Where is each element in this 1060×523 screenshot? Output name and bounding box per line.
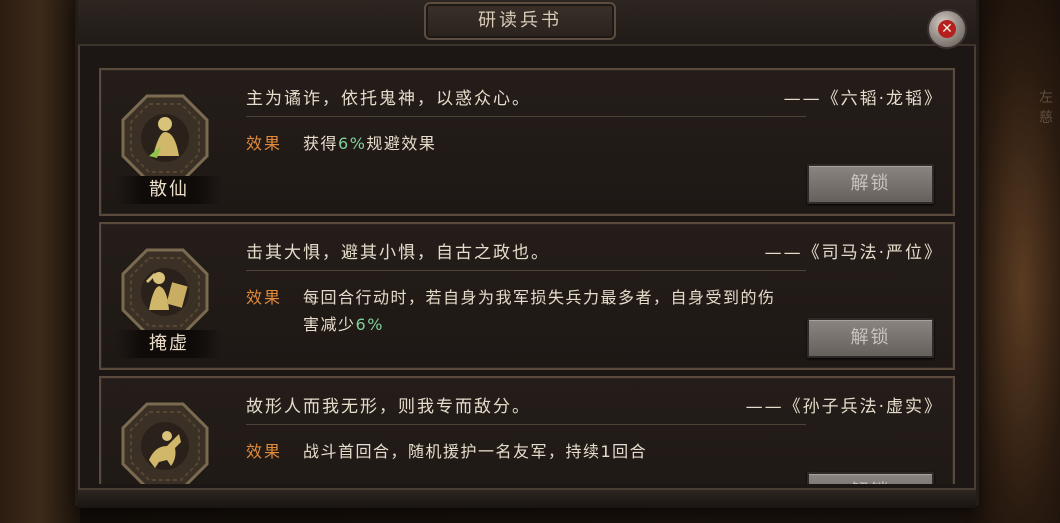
skill-name: 掩虚 bbox=[116, 330, 222, 358]
effect-highlight: 6% bbox=[355, 315, 384, 334]
effect-label: 效果 bbox=[246, 442, 283, 461]
skill-card: 故形人而我无形，则我专而敌分。 ——《孙子兵法·虚实》 效果 战斗首回合，随机援… bbox=[99, 376, 955, 484]
horse-rider-icon bbox=[121, 402, 209, 484]
background-right bbox=[965, 0, 1060, 523]
dialog-title: 研读兵书 bbox=[424, 2, 616, 40]
skill-source: ——《六韬·龙韬》 bbox=[783, 89, 943, 109]
effect-text: 每回合行动时，若自身为我军损失兵力最多者，自身受到的伤害减少6% bbox=[303, 288, 776, 334]
skill-card: 掩虚 击其大惧，避其小惧，自古之政也。 ——《司马法·严位》 效果 每回合行动时… bbox=[99, 222, 955, 370]
divider bbox=[246, 424, 806, 425]
figure-meditating-icon bbox=[121, 94, 209, 182]
skill-list[interactable]: 散仙 主为谲诈，依托鬼神，以惑众心。 ——《六韬·龙韬》 效果 获得6%规避效果… bbox=[99, 68, 955, 484]
effect-text: 获得6%规避效果 bbox=[303, 134, 437, 153]
unlock-button[interactable]: 解锁 bbox=[807, 318, 934, 358]
skill-source: ——《司马法·严位》 bbox=[764, 243, 943, 263]
skill-quote: 击其大惧，避其小惧，自古之政也。 bbox=[246, 243, 550, 263]
effect-highlight: 6% bbox=[338, 134, 367, 153]
skill-name: 散仙 bbox=[116, 176, 222, 204]
skill-source: ——《孙子兵法·虚实》 bbox=[745, 397, 943, 417]
divider bbox=[246, 270, 806, 271]
skill-quote: 主为谲诈，依托鬼神，以惑众心。 bbox=[246, 89, 531, 109]
background-left bbox=[0, 0, 80, 523]
effect-label: 效果 bbox=[246, 134, 283, 153]
skill-card: 散仙 主为谲诈，依托鬼神，以惑众心。 ——《六韬·龙韬》 效果 获得6%规避效果… bbox=[99, 68, 955, 216]
effect-label: 效果 bbox=[246, 288, 283, 307]
divider bbox=[246, 116, 806, 117]
close-icon: ✕ bbox=[938, 20, 956, 38]
close-button[interactable]: ✕ bbox=[927, 9, 967, 49]
dialog-bottom-border bbox=[78, 488, 976, 508]
background-side-text: 左慈 bbox=[1039, 90, 1053, 126]
figure-shield-icon bbox=[121, 248, 209, 336]
effect-text: 战斗首回合，随机援护一名友军，持续1回合 bbox=[303, 442, 648, 461]
unlock-button[interactable]: 解锁 bbox=[807, 164, 934, 204]
skill-quote: 故形人而我无形，则我专而敌分。 bbox=[246, 397, 531, 417]
unlock-button[interactable]: 解锁 bbox=[807, 472, 934, 484]
